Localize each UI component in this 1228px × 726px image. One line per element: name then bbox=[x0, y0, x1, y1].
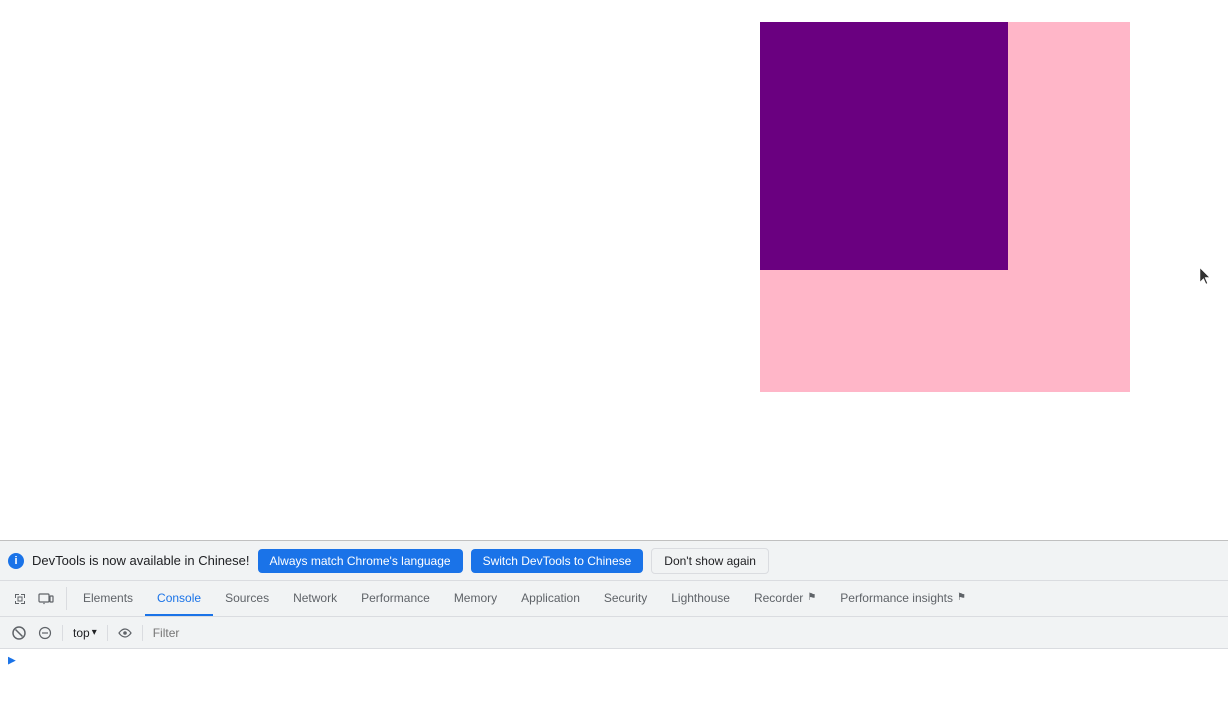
console-output: ▶ bbox=[0, 649, 1228, 726]
inspect-element-button[interactable] bbox=[8, 587, 32, 611]
tab-recorder[interactable]: Recorder ⚑ bbox=[742, 581, 828, 616]
purple-block bbox=[760, 22, 1008, 270]
pink-right-block bbox=[1008, 22, 1130, 392]
console-filter-input[interactable] bbox=[149, 626, 1220, 640]
clear-console-button[interactable] bbox=[8, 622, 30, 644]
console-toolbar: top ▾ bbox=[0, 617, 1228, 649]
context-chevron-icon: ▾ bbox=[92, 627, 97, 638]
devtools-left-icons bbox=[4, 581, 62, 616]
recorder-icon: ⚑ bbox=[807, 592, 816, 603]
tab-performance[interactable]: Performance bbox=[349, 581, 442, 616]
console-prompt: ▶ bbox=[8, 653, 16, 668]
switch-to-chinese-button[interactable]: Switch DevTools to Chinese bbox=[471, 549, 644, 573]
tab-network[interactable]: Network bbox=[281, 581, 349, 616]
toolbar-divider-1 bbox=[62, 625, 63, 641]
tab-security[interactable]: Security bbox=[592, 581, 659, 616]
devtools-panel: i DevTools is now available in Chinese! … bbox=[0, 540, 1228, 726]
browser-content bbox=[0, 0, 1228, 540]
context-selector[interactable]: top ▾ bbox=[69, 624, 101, 642]
cursor-icon bbox=[1200, 268, 1212, 286]
color-blocks bbox=[760, 22, 1130, 392]
tab-application[interactable]: Application bbox=[509, 581, 592, 616]
dont-show-again-button[interactable]: Don't show again bbox=[651, 548, 769, 574]
eye-button[interactable] bbox=[114, 622, 136, 644]
tab-performance-insights[interactable]: Performance insights ⚑ bbox=[828, 581, 978, 616]
tab-elements[interactable]: Elements bbox=[71, 581, 145, 616]
tab-lighthouse[interactable]: Lighthouse bbox=[659, 581, 742, 616]
always-match-language-button[interactable]: Always match Chrome's language bbox=[258, 549, 463, 573]
toggle-device-toolbar-button[interactable] bbox=[34, 587, 58, 611]
tab-memory[interactable]: Memory bbox=[442, 581, 509, 616]
toolbar-divider-3 bbox=[142, 625, 143, 641]
notification-bar: i DevTools is now available in Chinese! … bbox=[0, 541, 1228, 581]
filter-button[interactable] bbox=[34, 622, 56, 644]
info-icon: i bbox=[8, 553, 24, 569]
tab-bar: Elements Console Sources Network Perform… bbox=[0, 581, 1228, 617]
notification-text: DevTools is now available in Chinese! bbox=[32, 553, 250, 568]
toolbar-divider-2 bbox=[107, 625, 108, 641]
tab-console[interactable]: Console bbox=[145, 581, 213, 616]
pink-bottom-block bbox=[760, 270, 1008, 392]
tab-sources[interactable]: Sources bbox=[213, 581, 281, 616]
performance-insights-icon: ⚑ bbox=[957, 592, 966, 603]
tab-bar-divider bbox=[66, 587, 67, 610]
